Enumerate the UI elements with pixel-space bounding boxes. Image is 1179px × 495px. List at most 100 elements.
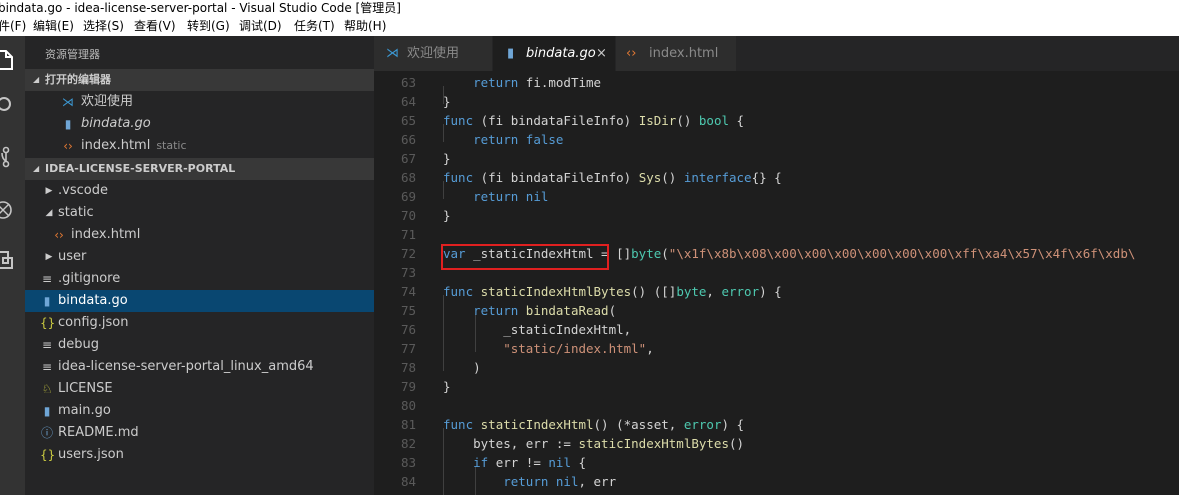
line-number: 81 (400, 417, 416, 432)
menu-selection[interactable]: 选择(S) (83, 17, 124, 36)
tab-welcome[interactable]: ⋊ 欢迎使用 (374, 36, 492, 71)
tree-item-file[interactable]: ⓘ README.md (25, 422, 374, 444)
menu-tasks[interactable]: 任务(T) (294, 17, 335, 36)
code-line: } (443, 208, 451, 223)
file-icon: ≡ (41, 360, 53, 374)
file-icon: ≡ (41, 272, 53, 286)
activity-bar (0, 36, 25, 495)
code-line: } (443, 379, 451, 394)
line-number: 67 (400, 151, 416, 166)
line-number: 66 (400, 132, 416, 147)
menu-view[interactable]: 查看(V) (134, 17, 176, 36)
tree-item-folder[interactable]: ▶ user (25, 246, 374, 268)
menu-go[interactable]: 转到(G) (187, 17, 230, 36)
go-icon: ▮ (64, 117, 72, 131)
html-icon: ‹› (626, 46, 637, 61)
code-line: return bindataRead( (473, 303, 617, 318)
search-icon[interactable] (0, 94, 14, 116)
go-icon: ▮ (43, 404, 51, 418)
tree-item-folder[interactable]: ▶ .vscode (25, 180, 374, 202)
editor-tabs: ⋊ 欢迎使用 ▮ bindata.go × ‹› index.html (374, 36, 1179, 71)
line-number: 77 (400, 341, 416, 356)
open-editors-header[interactable]: ◢ 打开的编辑器 (25, 69, 374, 91)
code-line: } (443, 151, 451, 166)
vscode-icon: ⋊ (386, 46, 399, 61)
tab-index-html[interactable]: ‹› index.html (616, 36, 736, 71)
code-line: func staticIndexHtmlBytes() ([]byte, err… (443, 284, 782, 299)
menu-file[interactable]: 件(F) (0, 17, 26, 36)
code-line: func staticIndexHtml() (*asset, error) { (443, 417, 745, 432)
source-control-icon[interactable] (0, 146, 14, 168)
menu-debug[interactable]: 调试(D) (239, 17, 282, 36)
open-editor-item[interactable]: ▮ bindata.go (25, 113, 374, 135)
tree-item-file[interactable]: ▮ main.go (25, 400, 374, 422)
project-header[interactable]: ◢ IDEA-LICENSE-SERVER-PORTAL (25, 158, 374, 180)
tree-item-file[interactable]: ≡ idea-license-server-portal_linux_amd64 (25, 356, 374, 378)
highlight-annotation-box (441, 244, 609, 270)
line-number: 69 (400, 189, 416, 204)
code-line: return false (473, 132, 564, 147)
chevron-right-icon: ▶ (45, 186, 53, 196)
line-number: 80 (400, 398, 416, 413)
file-description: static (156, 139, 187, 152)
tree-item-folder[interactable]: ◢ static (25, 202, 374, 224)
html-icon: ‹› (63, 139, 73, 153)
license-icon: ♘ (41, 382, 53, 396)
line-number: 83 (400, 455, 416, 470)
go-icon: ▮ (43, 294, 51, 308)
line-number: 64 (400, 94, 416, 109)
chevron-down-icon: ◢ (33, 75, 40, 84)
line-number: 72 (400, 246, 416, 261)
tree-item-file[interactable]: ‹› index.html (25, 224, 374, 246)
explorer-sidebar: 资源管理器 ◢ 打开的编辑器 ⋊ 欢迎使用 ▮ bindata.go ‹› in… (25, 36, 374, 495)
line-number: 74 (400, 284, 416, 299)
json-icon: {} (40, 448, 56, 462)
code-line: func (fi bindataFileInfo) Sys() interfac… (443, 170, 782, 185)
menu-help[interactable]: 帮助(H) (344, 17, 386, 36)
menu-bar: 件(F) 编辑(E) 选择(S) 查看(V) 转到(G) 调试(D) 任务(T)… (0, 17, 1179, 37)
info-icon: ⓘ (40, 426, 53, 440)
code-line: if err != nil { (473, 455, 587, 470)
code-line: return nil (473, 189, 549, 204)
chevron-down-icon: ◢ (45, 208, 53, 218)
tree-item-file[interactable]: {} users.json (25, 444, 374, 466)
tree-item-file-selected[interactable]: ▮ bindata.go (25, 290, 374, 312)
go-icon: ▮ (507, 46, 515, 61)
code-line: return fi.modTime (473, 75, 602, 90)
line-number: 79 (400, 379, 416, 394)
code-line: bytes, err := staticIndexHtmlBytes() (443, 436, 745, 451)
tree-item-file[interactable]: {} config.json (25, 312, 374, 334)
json-icon: {} (40, 316, 56, 330)
line-number: 75 (400, 303, 416, 318)
line-number: 70 (400, 208, 416, 223)
menu-edit[interactable]: 编辑(E) (33, 17, 74, 36)
extensions-icon[interactable] (0, 248, 14, 270)
window-title: bindata.go - idea-license-server-portal … (0, 1, 401, 15)
file-icon: ≡ (41, 338, 53, 352)
open-editor-item[interactable]: ‹› index.html static (25, 135, 374, 157)
code-line: } (443, 94, 451, 109)
code-editor[interactable]: 63 return fi.modTime 64 } 65 func (fi bi… (374, 71, 1179, 495)
code-line: "static/index.html", (503, 341, 654, 356)
line-number: 82 (400, 436, 416, 451)
open-editor-item[interactable]: ⋊ 欢迎使用 (25, 91, 374, 113)
tree-item-file[interactable]: ♘ LICENSE (25, 378, 374, 400)
explorer-title: 资源管理器 (45, 48, 100, 61)
close-tab-button[interactable]: × (596, 36, 607, 71)
files-icon[interactable] (0, 48, 14, 70)
chevron-right-icon: ▶ (45, 252, 53, 262)
line-number: 63 (400, 75, 416, 90)
debug-icon[interactable] (0, 199, 14, 221)
line-number: 73 (400, 265, 416, 280)
code-line: _staticIndexHtml, (443, 322, 632, 337)
tab-bindata-go[interactable]: ▮ bindata.go × (493, 36, 615, 71)
code-line: func (fi bindataFileInfo) IsDir() bool { (443, 113, 745, 128)
vscode-icon: ⋊ (62, 95, 74, 109)
html-icon: ‹› (54, 228, 64, 242)
line-number: 65 (400, 113, 416, 128)
tree-item-file[interactable]: ≡ debug (25, 334, 374, 356)
tree-item-file[interactable]: ≡ .gitignore (25, 268, 374, 290)
code-line: ) (443, 360, 481, 375)
line-number: 68 (400, 170, 416, 185)
line-number: 76 (400, 322, 416, 337)
